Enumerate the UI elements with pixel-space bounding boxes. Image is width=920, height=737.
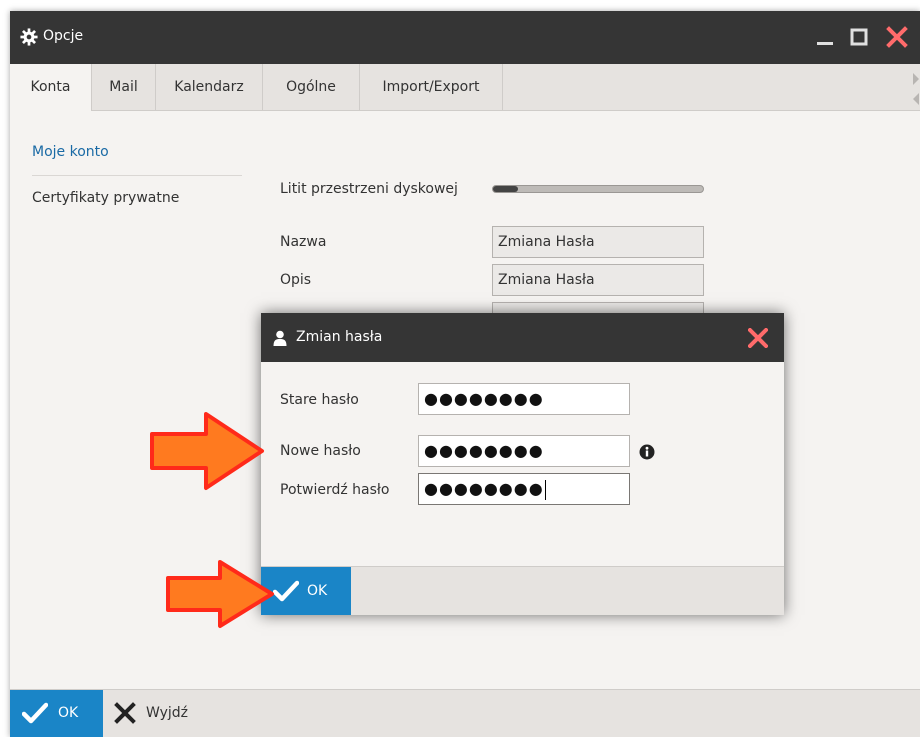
exit-button-label: Wyjdź bbox=[146, 705, 189, 721]
tab-ogolne[interactable]: Ogólne bbox=[263, 64, 360, 110]
sidebar-item-certyfikaty[interactable]: Certyfikaty prywatne bbox=[32, 190, 179, 206]
tab-mail[interactable]: Mail bbox=[92, 64, 156, 110]
checkmark-icon bbox=[273, 580, 299, 602]
scroll-right-icon[interactable] bbox=[912, 72, 920, 86]
close-icon[interactable] bbox=[886, 26, 908, 48]
exit-button[interactable]: Wyjdź bbox=[114, 690, 204, 737]
annotation-arrow-ok bbox=[166, 560, 274, 628]
annotation-arrow-new-password bbox=[150, 412, 264, 490]
ok-button-label: OK bbox=[58, 705, 79, 721]
gear-icon bbox=[20, 28, 38, 46]
sidebar-divider bbox=[32, 175, 242, 176]
tab-bar: Konta Mail Kalendarz Ogólne Import/Expor… bbox=[10, 64, 920, 111]
minimize-icon[interactable] bbox=[814, 26, 836, 48]
tab-konta[interactable]: Konta bbox=[10, 64, 92, 111]
tab-kalendarz[interactable]: Kalendarz bbox=[156, 64, 263, 110]
name-label: Nazwa bbox=[280, 234, 327, 250]
description-label: Opis bbox=[280, 272, 312, 288]
info-icon[interactable] bbox=[639, 444, 655, 460]
old-password-value: ●●●●●●●● bbox=[424, 389, 544, 408]
old-password-label: Stare hasło bbox=[280, 392, 359, 408]
confirm-password-value: ●●●●●●●● bbox=[424, 479, 544, 498]
change-password-dialog: Zmian hasła Stare hasło ●●●●●●●● Nowe ha… bbox=[261, 313, 784, 615]
storage-progress-fill bbox=[493, 186, 519, 192]
storage-progress-bar bbox=[492, 185, 704, 193]
ok-button[interactable]: OK bbox=[10, 690, 103, 737]
confirm-password-field[interactable]: ●●●●●●●● bbox=[418, 473, 630, 505]
old-password-field[interactable]: ●●●●●●●● bbox=[418, 383, 630, 415]
new-password-value: ●●●●●●●● bbox=[424, 441, 544, 460]
dialog-ok-label: OK bbox=[307, 583, 328, 599]
maximize-icon[interactable] bbox=[848, 26, 870, 48]
checkmark-icon bbox=[22, 702, 48, 724]
sidebar-item-moje-konto[interactable]: Moje konto bbox=[32, 144, 109, 160]
x-icon bbox=[114, 702, 136, 724]
bottom-bar: OK Wyjdź bbox=[10, 689, 920, 737]
window-title: Opcje bbox=[43, 28, 84, 44]
tab-import-export[interactable]: Import/Export bbox=[360, 64, 503, 110]
confirm-password-label: Potwierdź hasło bbox=[280, 482, 390, 498]
dialog-footer: OK bbox=[261, 566, 784, 615]
window-titlebar: Opcje bbox=[10, 11, 920, 64]
dialog-title: Zmian hasła bbox=[296, 329, 383, 345]
new-password-label: Nowe hasło bbox=[280, 443, 361, 459]
close-icon[interactable] bbox=[748, 328, 768, 348]
name-field[interactable]: Zmiana Hasła bbox=[492, 226, 704, 258]
new-password-field[interactable]: ●●●●●●●● bbox=[418, 435, 630, 467]
description-value: Zmiana Hasła bbox=[498, 272, 595, 288]
dialog-titlebar: Zmian hasła bbox=[261, 313, 784, 362]
text-caret bbox=[544, 479, 546, 500]
user-icon bbox=[273, 330, 287, 346]
storage-label: Litit przestrzeni dyskowej bbox=[280, 181, 458, 197]
scroll-left-icon[interactable] bbox=[912, 92, 920, 106]
description-field[interactable]: Zmiana Hasła bbox=[492, 264, 704, 296]
